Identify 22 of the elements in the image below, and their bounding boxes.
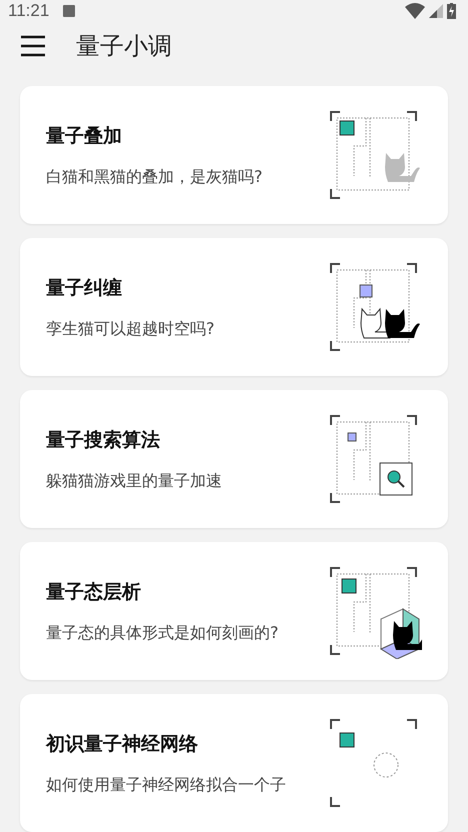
card-title: 量子叠加 xyxy=(46,124,123,148)
topic-card[interactable]: 量子纠缠 孪生猫可以超越时空吗? xyxy=(20,238,448,376)
card-subtitle: 如何使用量子神经网络拟合一个子 xyxy=(46,774,287,796)
card-title: 初识量子神经网络 xyxy=(46,732,199,756)
card-subtitle: 躲猫猫游戏里的量子加速 xyxy=(46,470,223,492)
topic-card[interactable]: 量子态层析 量子态的具体形式是如何刻画的? xyxy=(20,542,448,680)
wifi-icon xyxy=(405,2,425,19)
topic-card[interactable]: 量子叠加 白猫和黑猫的叠加，是灰猫吗? xyxy=(20,86,448,224)
card-subtitle: 白猫和黑猫的叠加，是灰猫吗? xyxy=(46,166,264,188)
signal-icon xyxy=(429,4,443,18)
app-title: 量子小调 xyxy=(76,30,172,62)
card-subtitle: 孪生猫可以超越时空吗? xyxy=(46,318,216,340)
status-time: 11:21 xyxy=(8,0,50,21)
card-title: 量子搜索算法 xyxy=(46,428,161,452)
notification-icon xyxy=(63,4,76,17)
card-subtitle: 量子态的具体形式是如何刻画的? xyxy=(46,622,280,644)
card-title: 量子态层析 xyxy=(46,580,142,604)
battery-icon xyxy=(447,2,456,19)
card-title: 量子纠缠 xyxy=(46,276,123,300)
menu-icon[interactable] xyxy=(20,34,46,57)
topic-card[interactable]: 初识量子神经网络 如何使用量子神经网络拟合一个子 xyxy=(20,694,448,832)
topic-card[interactable]: 量子搜索算法 躲猫猫游戏里的量子加速 xyxy=(20,390,448,528)
